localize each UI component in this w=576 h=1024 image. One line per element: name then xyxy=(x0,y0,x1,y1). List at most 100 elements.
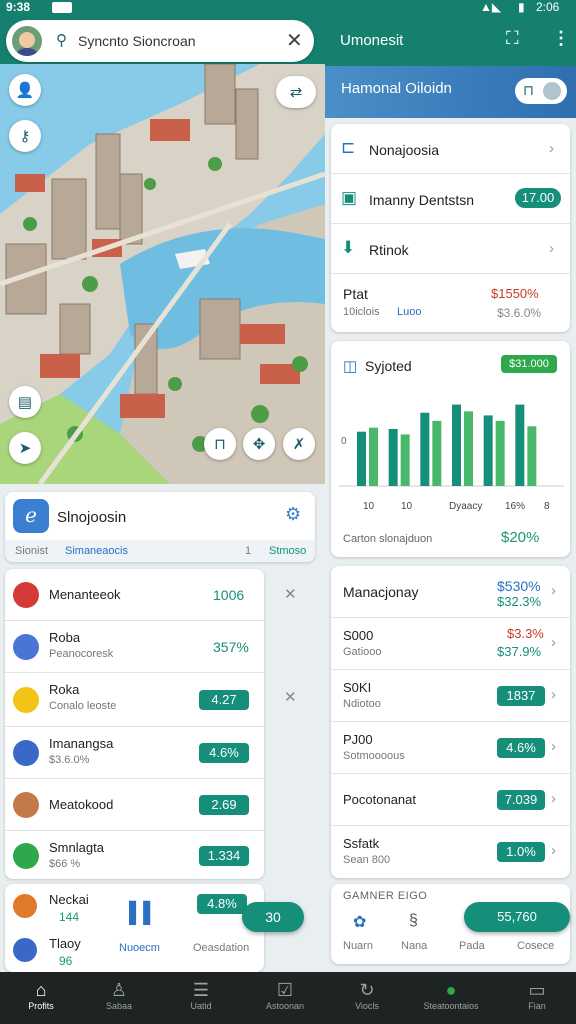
left-list-row[interactable]: Roba Peanocoresk 357% xyxy=(5,621,264,673)
stat-val2: $3.6.0% xyxy=(497,306,542,320)
right-list-row[interactable]: Pocotonanat 7.039 › xyxy=(331,774,570,826)
info-sub-left: Sionist xyxy=(15,545,49,557)
right-bottom-item[interactable]: Cosece xyxy=(517,940,554,952)
left-list-row[interactable]: Menanteeok 1006 xyxy=(5,569,264,621)
right-list-row[interactable]: S000 Gatiooo $3.3% $37.9% › xyxy=(331,618,570,670)
list-item-value-pill: 4.27 xyxy=(199,690,249,710)
right-list-title-val1: $530% xyxy=(497,578,541,594)
right-list-row[interactable]: PJ00 Sotmoooous 4.6% › xyxy=(331,722,570,774)
left-list-row[interactable]: Roka Conalo leoste 4.27 xyxy=(5,673,264,727)
avatar[interactable] xyxy=(10,24,44,58)
shuffle-icon[interactable]: ✗ xyxy=(283,428,315,460)
chevron-right-icon: › xyxy=(551,738,556,755)
folder-icon: ▭ xyxy=(528,980,546,1000)
right-bottom-item[interactable]: Nana xyxy=(401,940,427,952)
nav-item-profits[interactable]: ⌂ Profits xyxy=(0,972,82,1024)
nav-item-5[interactable]: ↻ Viocls xyxy=(326,972,408,1024)
list-item-title: Imanangsa xyxy=(49,736,114,751)
right-row-pill: 7.039 xyxy=(497,790,545,810)
city-map[interactable]: 👤 ⚷ ▤ ➤ ⇄ ⊓ ✥ ✗ xyxy=(0,64,325,484)
cursor-icon[interactable]: ➤ xyxy=(9,432,41,464)
gear-icon[interactable]: ⚙ xyxy=(285,504,301,525)
dismiss-icon-2[interactable]: ✕ xyxy=(284,688,297,706)
right-bottom-item[interactable]: Pada xyxy=(459,940,485,952)
nav-item-6[interactable]: ● Steatoontaios xyxy=(410,972,492,1024)
nav-label: Uatid xyxy=(190,1001,212,1011)
list-icon: ☰ xyxy=(192,980,210,1000)
status-time-left: 9:38 xyxy=(6,0,31,14)
list-item-value-pill: 2.69 xyxy=(199,795,249,815)
list-item-title: Tlaoy xyxy=(49,936,81,951)
right-list-row[interactable]: Ssfatk Sean 800 1.0% › xyxy=(331,826,570,878)
account-icon[interactable]: ⛶ xyxy=(506,28,519,49)
toggle-knob xyxy=(543,82,561,100)
info-sub-right[interactable]: Stmoso xyxy=(269,545,306,557)
nav-label: Astoonan xyxy=(265,1001,305,1011)
menu-item-2[interactable]: ▣ Imanny Dentstsn 17.00 xyxy=(331,174,570,224)
nav-item-2[interactable]: ♙ Sabaa xyxy=(78,972,160,1024)
list-item-title: Roka xyxy=(49,682,80,697)
search-icon: ⚲ xyxy=(56,32,67,49)
status-time-right: 2:06 xyxy=(536,0,560,14)
bar-chart: 0 10 10 Dyaacy 16% 8 xyxy=(339,404,564,512)
x-tick-label: Dyaacy xyxy=(449,501,482,512)
list-item-sub: $66 % xyxy=(49,858,81,870)
list-item-sub: Peanocoresk xyxy=(49,648,114,660)
info-card[interactable]: ℯ Slnojoosin ⚙ Sionist Simaneaocis 1 Stm… xyxy=(5,492,315,562)
menu-item-label: Imanny Dentstsn xyxy=(369,192,475,208)
search-bar[interactable]: ⚲ Syncnto Sioncroan ✕ xyxy=(6,20,314,62)
loop-icon: ↻ xyxy=(359,980,375,1000)
bar-mark xyxy=(369,427,378,486)
close-icon[interactable]: ✕ xyxy=(286,28,303,53)
stat-sub1: 10iclois xyxy=(343,306,380,318)
chevron-right-icon: › xyxy=(549,140,554,157)
user-icon[interactable]: 👤 xyxy=(9,74,41,106)
list-item-icon xyxy=(13,894,37,918)
stat-sub2: Luoo xyxy=(397,306,422,318)
chart-badge: $31.000 xyxy=(501,355,557,373)
list-item-value-pill: 4.8% xyxy=(197,894,247,914)
menu-item-1[interactable]: ⊏ Nonajoosia › xyxy=(331,124,570,174)
bar-chart-icon: ▌▌ xyxy=(129,902,158,924)
nav-item-7[interactable]: ▭ Fian xyxy=(496,972,576,1024)
floating-action-pill[interactable]: 30 xyxy=(242,902,304,932)
app-title: Umonesit xyxy=(340,32,404,49)
right-list-row[interactable]: S0KI Ndiotoo 1837 › xyxy=(331,670,570,722)
route-icon[interactable]: ⇄ xyxy=(276,76,316,108)
left-bottom-mid-label[interactable]: Nuoecm xyxy=(119,942,160,954)
header-toggle[interactable]: ⊓ xyxy=(515,78,567,104)
notification-icon xyxy=(52,2,72,13)
right-floating-pill[interactable]: 55,760 xyxy=(464,902,570,932)
bag-icon[interactable]: ⚷ xyxy=(9,120,41,152)
right-bottom-item[interactable]: Nuarn xyxy=(343,940,373,952)
chart-icon: ◫ xyxy=(343,358,358,375)
list-item-icon xyxy=(13,792,39,818)
right-row-sub: Sean 800 xyxy=(343,854,391,866)
layers-icon[interactable]: ⊓ xyxy=(204,428,236,460)
list-item-icon xyxy=(13,740,39,766)
left-list-row[interactable]: Smnlagta $66 % 1.334 xyxy=(5,831,264,881)
right-list-header[interactable]: Manacjonay $530% $32.3% › xyxy=(331,566,570,618)
left-list-row[interactable]: Imanangsa $3.6.0% 4.6% xyxy=(5,727,264,779)
move-icon[interactable]: ✥ xyxy=(243,428,275,460)
dismiss-icon-1[interactable]: ✕ xyxy=(284,585,297,603)
left-bottom-right-label: Oeasdation xyxy=(193,942,250,954)
bar-mark xyxy=(388,429,398,486)
nav-item-4[interactable]: ☑ Astoonan xyxy=(244,972,326,1024)
x-tick-label: 10 xyxy=(363,501,375,512)
list-item-icon xyxy=(13,634,39,660)
bar-mark xyxy=(357,431,366,486)
doc-icon[interactable]: ▤ xyxy=(9,386,41,418)
menu-item-badge: 17.00 xyxy=(515,188,561,208)
right-list-title: Manacjonay xyxy=(343,584,419,600)
search-input[interactable]: Syncnto Sioncroan xyxy=(78,33,196,49)
right-list-card: Manacjonay $530% $32.3% › S000 Gatiooo $3.… xyxy=(331,566,570,878)
left-list-row[interactable]: Meatokood 2.69 xyxy=(5,779,264,831)
info-sub-mid[interactable]: Simaneaocis xyxy=(65,545,128,557)
x-tick-label: 10 xyxy=(401,501,413,512)
menu-item-3[interactable]: ⬇ Rtinok › xyxy=(331,224,570,274)
list-item-icon xyxy=(13,938,37,962)
more-menu-icon[interactable]: ⋮ xyxy=(552,28,570,49)
flower-icon: ✿ xyxy=(353,914,367,931)
nav-item-3[interactable]: ☰ Uatid xyxy=(160,972,242,1024)
